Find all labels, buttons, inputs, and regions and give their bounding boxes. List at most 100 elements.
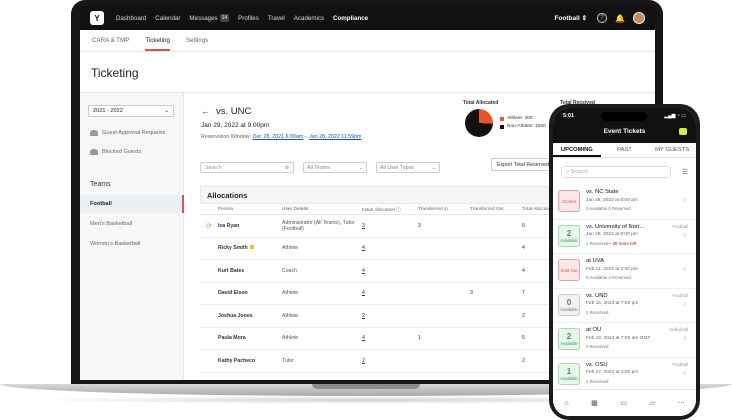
event-item[interactable]: Closed vs. NC State Jan 28, 2022 at 8:00 a… bbox=[553, 185, 696, 220]
person-block-icon bbox=[90, 149, 98, 155]
event-status: Sold Out bbox=[560, 267, 578, 273]
event-meta-text: 0 Available 2 Reserved bbox=[586, 275, 631, 280]
season-select[interactable]: 2021 - 2022 ⌄ bbox=[88, 105, 174, 117]
blocked-guests-label: Blocked Guests bbox=[102, 149, 142, 155]
initial-allocation-link[interactable]: 4 bbox=[362, 268, 418, 274]
event-name: at UVA bbox=[586, 258, 604, 264]
event-status: Available bbox=[560, 306, 578, 312]
phone-search-input[interactable]: ⌕ Search bbox=[561, 166, 671, 178]
window-start-link[interactable]: Dec 28, 2021 6:00am bbox=[253, 134, 304, 140]
initial-allocation-link[interactable]: 2 bbox=[362, 313, 418, 319]
person-name-text: Ricky Smith bbox=[218, 245, 248, 252]
event-item[interactable]: 2 Available at OU Feb 19, 2022 at 7:00 am G… bbox=[553, 323, 696, 358]
nav-compliance[interactable]: Compliance bbox=[333, 15, 368, 22]
info-icon[interactable]: ⓘ bbox=[396, 208, 401, 213]
user-types-filter-value: All User Types bbox=[380, 164, 415, 171]
tab-cara-tmp[interactable]: CARA & TMP bbox=[92, 30, 129, 51]
initial-allocation-link[interactable]: 2 bbox=[362, 358, 418, 364]
user-details: Administrator (All Teams), Tutor (Footba… bbox=[282, 219, 355, 232]
user-details: Athlete bbox=[282, 312, 299, 319]
more-icon[interactable]: ⋯ bbox=[678, 399, 685, 407]
event-date: Feb 19, 2022 at 7:00 am GMT bbox=[586, 335, 651, 341]
note-icon[interactable] bbox=[249, 245, 254, 250]
back-arrow-icon[interactable]: ← bbox=[201, 106, 210, 116]
chat-icon[interactable]: ▭ bbox=[620, 399, 627, 407]
sport-select[interactable]: Football ⇕ bbox=[554, 14, 587, 22]
laptop-notch bbox=[312, 384, 420, 389]
event-meta: 0 Available 2 Reserved bbox=[586, 275, 631, 280]
tab-settings[interactable]: Settings bbox=[186, 30, 208, 51]
avatar[interactable] bbox=[633, 12, 645, 24]
chevron-down-icon: ⌄ bbox=[431, 164, 436, 171]
calendar-icon[interactable]: ▦ bbox=[591, 399, 598, 407]
app-logo[interactable]: Y bbox=[90, 11, 104, 25]
teams-filter[interactable]: All Teams ⌄ bbox=[303, 162, 367, 173]
tab-my-guests[interactable]: MY GUESTS bbox=[648, 143, 696, 157]
clear-icon[interactable]: ⊗ bbox=[285, 165, 289, 171]
person-name: Joshua Jones bbox=[218, 312, 253, 319]
team-mens-basketball[interactable]: Men's Basketball bbox=[80, 215, 184, 233]
home-icon[interactable]: ⌂ bbox=[564, 400, 568, 407]
event-status: Available bbox=[560, 341, 578, 346]
nav-profiles[interactable]: Profiles bbox=[238, 15, 259, 22]
event-name: vs. NC State bbox=[586, 189, 619, 195]
blocked-guests-link[interactable]: Blocked Guests bbox=[90, 149, 141, 155]
team-football[interactable]: Football bbox=[80, 195, 184, 213]
initial-allocation-link[interactable]: 3 bbox=[362, 223, 418, 229]
event-meta-text: 1 Reserved bbox=[586, 309, 609, 315]
event-item[interactable]: 1 Available vs. OSU Feb 27, 2022 at 3:00 pm… bbox=[553, 358, 696, 392]
event-name: at OU bbox=[586, 327, 602, 333]
event-status-box: Sold Out bbox=[558, 259, 580, 281]
initial-allocation-link[interactable]: 4 bbox=[362, 245, 418, 251]
reservation-window-label: Reservation Window: bbox=[201, 134, 252, 140]
nav-calendar[interactable]: Calendar bbox=[155, 15, 180, 22]
event-item[interactable]: 0 Available vs. UND Feb 15, 2022 at 7:00 pm… bbox=[553, 289, 696, 323]
event-item[interactable]: 2 Available vs. University of Nort... Jan 2… bbox=[553, 220, 696, 254]
people-icon[interactable] bbox=[679, 128, 687, 135]
window-end-link[interactable]: Jan 28, 2022 11:59pm bbox=[309, 134, 361, 140]
legend-non-athlete: Non-Athlete: 1050 bbox=[500, 124, 546, 129]
window-separator: – bbox=[304, 134, 308, 140]
person-name: Ricky Smith bbox=[218, 245, 282, 251]
game-title: vs. UNC bbox=[216, 106, 252, 117]
transferred-in: 1 bbox=[418, 335, 421, 342]
chevron-right-icon: › bbox=[683, 335, 686, 342]
initial-allocation-link[interactable]: 4 bbox=[362, 290, 418, 296]
bell-icon[interactable]: 🔔 bbox=[615, 14, 625, 23]
available-count: 0 bbox=[566, 297, 572, 307]
team-womens-basketball[interactable]: Women's Basketball bbox=[80, 235, 184, 253]
event-sport: Volleyball bbox=[669, 327, 688, 332]
nav-travel[interactable]: Travel bbox=[268, 15, 285, 22]
event-date: Feb 27, 2022 at 3:00 pm bbox=[586, 370, 639, 375]
event-date: Feb 11, 2022 at 2:00 pm bbox=[586, 266, 638, 272]
event-item[interactable]: Sold Out at UVA Feb 11, 2022 at 2:00 pm 0 A… bbox=[553, 254, 696, 289]
tab-upcoming[interactable]: UPCOMING bbox=[553, 143, 601, 157]
messages-badge: 14 bbox=[219, 14, 230, 22]
chevron-right-icon: › bbox=[683, 231, 686, 239]
filter-icon[interactable]: ☰ bbox=[682, 168, 688, 176]
nav-academics[interactable]: Academics bbox=[294, 15, 324, 22]
search-input[interactable]: Search ⊗ bbox=[200, 162, 294, 173]
tab-ticketing[interactable]: Ticketing bbox=[145, 30, 170, 51]
event-time-left: 30 mins left bbox=[612, 240, 637, 246]
person-check-icon bbox=[90, 130, 98, 136]
guest-approval-link[interactable]: Guest Approval Requests bbox=[90, 130, 165, 136]
legend-non-athlete-label: Non-Athlete: 1050 bbox=[507, 124, 546, 129]
help-icon[interactable]: ? bbox=[597, 13, 608, 23]
phone-screen: 5:01 ▂▄▆ ◔ ▭ Event Tickets UPCOMING PAST… bbox=[553, 108, 696, 416]
tab-past[interactable]: PAST bbox=[601, 143, 649, 157]
event-date: Feb 15, 2022 at 7:00 pm bbox=[586, 301, 639, 306]
nav-messages[interactable]: Messages 14 bbox=[189, 14, 230, 22]
initial-allocation-link[interactable]: 4 bbox=[362, 335, 418, 341]
chevron-right-icon: › bbox=[683, 369, 686, 377]
phone-tabs: UPCOMING PAST MY GUESTS bbox=[553, 143, 696, 158]
event-meta: 1 Reserved bbox=[586, 379, 608, 384]
user-types-filter[interactable]: All User Types ⌄ bbox=[376, 162, 440, 173]
non-athlete-swatch bbox=[500, 124, 504, 129]
folder-icon[interactable]: ▱ bbox=[650, 399, 655, 407]
nav-dashboard[interactable]: Dashboard bbox=[116, 15, 146, 22]
user-details: Athlete bbox=[282, 335, 299, 342]
sidebar: 2021 - 2022 ⌄ Guest Approval Requests Blo… bbox=[80, 93, 184, 380]
available-count: 1 bbox=[566, 366, 572, 376]
header-details: User Details bbox=[282, 206, 309, 212]
